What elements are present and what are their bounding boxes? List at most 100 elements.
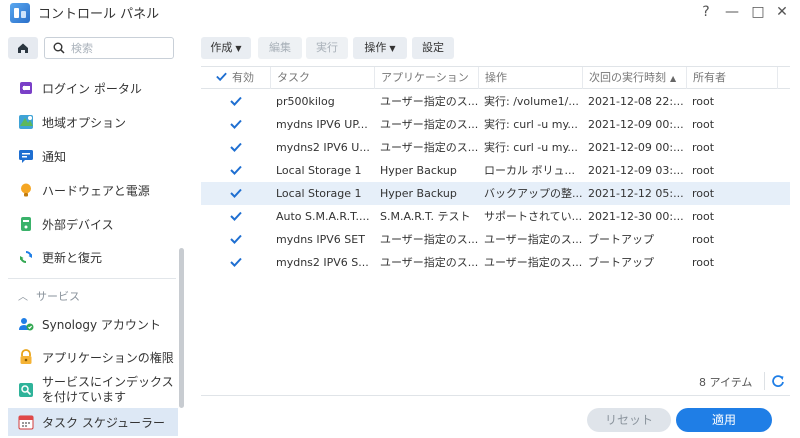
cell-next-run-time: 2021-12-09 00:... bbox=[588, 141, 684, 154]
cell-next-run-time: 2021-12-08 22:... bbox=[588, 95, 684, 108]
synology-account-icon bbox=[18, 316, 34, 332]
sidebar-item-application-privileges[interactable]: アプリケーションの権限 bbox=[8, 345, 178, 369]
update-restore-icon bbox=[18, 249, 34, 265]
cell-action: 実行: curl -u my... bbox=[484, 141, 578, 154]
sidebar-item-indexing-service[interactable]: サービスにインデックスを付けています bbox=[8, 374, 178, 406]
sidebar-item-synology-account[interactable]: Synology アカウント bbox=[8, 312, 178, 336]
sidebar-item-task-scheduler[interactable]: タスク スケジューラー bbox=[8, 408, 178, 436]
table-row[interactable]: pr500kilog ユーザー指定のス... 実行: /volume1/... 202… bbox=[201, 90, 790, 113]
reset-button[interactable]: リセット bbox=[587, 408, 671, 432]
table-footer: 8 アイテム bbox=[201, 366, 790, 396]
sidebar-item-label: 更新と復元 bbox=[42, 250, 103, 265]
cell-next-run-time: 2021-12-30 00:... bbox=[588, 210, 684, 223]
enabled-checkbox[interactable] bbox=[229, 94, 243, 108]
minimize-button[interactable]: — bbox=[722, 2, 742, 22]
help-button[interactable]: ? bbox=[696, 2, 716, 22]
column-filler bbox=[777, 67, 790, 89]
column-task[interactable]: タスク bbox=[270, 67, 374, 89]
create-button[interactable]: 作成 ▼ bbox=[201, 37, 251, 59]
sidebar-item-label: サービスにインデックスを付けています bbox=[42, 375, 174, 404]
cell-task: Auto S.M.A.R.T.... bbox=[276, 210, 370, 223]
table-row[interactable]: Local Storage 1 Hyper Backup バックアップの整... 20… bbox=[201, 182, 790, 205]
column-application[interactable]: アプリケーション bbox=[374, 67, 478, 89]
enabled-checkbox[interactable] bbox=[229, 140, 243, 154]
edit-button[interactable]: 編集 bbox=[258, 37, 302, 59]
cell-task: mydns IPV6 SET bbox=[276, 233, 365, 246]
action-button[interactable]: 操作 ▼ bbox=[353, 37, 407, 59]
sidebar-item-regional-options[interactable]: 地域オプション bbox=[8, 110, 178, 134]
cell-application: ユーザー指定のス... bbox=[380, 256, 478, 269]
enabled-checkbox[interactable] bbox=[229, 117, 243, 131]
sidebar-item-login-portal[interactable]: ログイン ポータル bbox=[8, 76, 178, 100]
column-next-run-time[interactable]: 次回の実行時刻 ▲ bbox=[582, 67, 686, 89]
enabled-checkbox[interactable] bbox=[229, 186, 243, 200]
cell-owner: root bbox=[692, 210, 715, 223]
search-box[interactable] bbox=[44, 37, 174, 59]
table-row[interactable]: mydns2 IPV6 U... ユーザー指定のス... 実行: curl -u m… bbox=[201, 136, 790, 159]
cell-task: Local Storage 1 bbox=[276, 164, 362, 177]
settings-button[interactable]: 設定 bbox=[412, 37, 454, 59]
select-all-checkbox[interactable] bbox=[215, 70, 228, 83]
cell-next-run-time: 2021-12-09 03:... bbox=[588, 164, 684, 177]
table-row[interactable]: mydns2 IPV6 S... ユーザー指定のス... ユーザー指定のス... ブー… bbox=[201, 251, 790, 274]
sidebar-item-hardware-power[interactable]: ハードウェアと電源 bbox=[8, 178, 178, 202]
cell-next-run-time: ブートアップ bbox=[588, 233, 654, 246]
sidebar-item-label: ログイン ポータル bbox=[42, 81, 142, 96]
cell-next-run-time: 2021-12-12 05:... bbox=[588, 187, 684, 200]
table-row[interactable]: Auto S.M.A.R.T.... S.M.A.R.T. テスト サポートされてい… bbox=[201, 205, 790, 228]
login-portal-icon bbox=[18, 80, 34, 96]
run-button[interactable]: 実行 bbox=[306, 37, 348, 59]
enabled-checkbox[interactable] bbox=[229, 209, 243, 223]
cell-application: ユーザー指定のス... bbox=[380, 233, 478, 246]
sidebar-item-label: 外部デバイス bbox=[42, 217, 114, 232]
cell-owner: root bbox=[692, 118, 715, 131]
sidebar-item-label: アプリケーションの権限 bbox=[42, 350, 174, 365]
sidebar-item-label: 地域オプション bbox=[42, 115, 127, 130]
control-panel-app-icon bbox=[10, 3, 30, 23]
sort-ascending-icon: ▲ bbox=[670, 74, 677, 83]
table-header: 有効 タスク アプリケーション 操作 次回の実行時刻 ▲ 所有者 bbox=[201, 67, 790, 89]
refresh-icon[interactable] bbox=[769, 372, 787, 390]
cell-application: ユーザー指定のス... bbox=[380, 95, 478, 108]
hardware-power-icon bbox=[18, 182, 34, 198]
sidebar-item-update-restore[interactable]: 更新と復元 bbox=[8, 245, 178, 269]
main-panel: 作成 ▼ 編集 実行 操作 ▼ 設定 有効 タスク アプリケーション 操作 次回の実… bbox=[190, 30, 800, 438]
table-row[interactable]: Local Storage 1 Hyper Backup ローカル ボリュ... 20… bbox=[201, 159, 790, 182]
cell-application: ユーザー指定のス... bbox=[380, 118, 478, 131]
sidebar: ログイン ポータル 地域オプション 通知 ハードウェアと電源 外部デバイス 更新… bbox=[0, 30, 190, 438]
chevron-up-icon: ︿ bbox=[18, 292, 28, 303]
home-button[interactable] bbox=[8, 37, 38, 59]
sidebar-item-notification[interactable]: 通知 bbox=[8, 144, 178, 168]
sidebar-item-external-devices[interactable]: 外部デバイス bbox=[8, 212, 178, 236]
close-button[interactable]: ✕ bbox=[772, 2, 792, 22]
column-enabled[interactable]: 有効 bbox=[201, 67, 270, 89]
sidebar-item-label: 通知 bbox=[42, 149, 67, 164]
table-row[interactable]: mydns IPV6 UP... ユーザー指定のス... 実行: curl -u m… bbox=[201, 113, 790, 136]
column-owner[interactable]: 所有者 bbox=[686, 67, 777, 89]
enabled-checkbox[interactable] bbox=[229, 232, 243, 246]
home-icon bbox=[18, 43, 28, 53]
task-scheduler-icon bbox=[18, 414, 34, 430]
caret-down-icon: ▼ bbox=[235, 44, 242, 53]
cell-action: 実行: /volume1/... bbox=[484, 95, 579, 108]
indexing-service-icon bbox=[18, 382, 34, 398]
enabled-checkbox[interactable] bbox=[229, 163, 243, 177]
cell-owner: root bbox=[692, 141, 715, 154]
cell-owner: root bbox=[692, 233, 715, 246]
table-row[interactable]: mydns IPV6 SET ユーザー指定のス... ユーザー指定のス... ブートア… bbox=[201, 228, 790, 251]
search-icon bbox=[53, 42, 65, 54]
item-count: 8 アイテム bbox=[699, 376, 753, 389]
maximize-button[interactable]: □ bbox=[748, 2, 768, 22]
search-input[interactable] bbox=[71, 40, 167, 56]
sidebar-scrollbar[interactable] bbox=[179, 248, 184, 408]
cell-task: mydns IPV6 UP... bbox=[276, 118, 368, 131]
application-privileges-icon bbox=[18, 349, 34, 365]
column-action[interactable]: 操作 bbox=[478, 67, 582, 89]
window-title: コントロール パネル bbox=[38, 7, 160, 22]
title-bar: コントロール パネル ? — □ ✕ bbox=[0, 0, 800, 30]
apply-button[interactable]: 適用 bbox=[676, 408, 772, 432]
cell-owner: root bbox=[692, 187, 715, 200]
enabled-checkbox[interactable] bbox=[229, 255, 243, 269]
section-divider bbox=[8, 278, 176, 279]
section-header-services[interactable]: ︿ サービス bbox=[18, 288, 80, 304]
